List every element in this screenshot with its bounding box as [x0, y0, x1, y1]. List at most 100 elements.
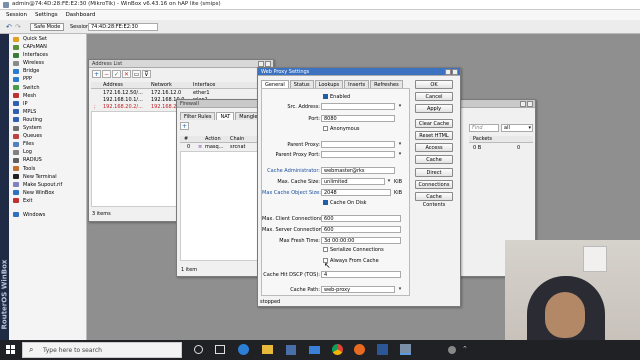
- cache-hit-input[interactable]: [321, 271, 401, 278]
- enable-icon[interactable]: ✓: [112, 70, 121, 78]
- chrome-icon[interactable]: [332, 344, 343, 355]
- cache-path-input[interactable]: [321, 286, 395, 293]
- direct-button[interactable]: Direct: [415, 168, 453, 177]
- tray-overflow-icon[interactable]: ⌃: [462, 345, 468, 353]
- mail-icon[interactable]: [309, 346, 320, 354]
- file-explorer-icon[interactable]: [262, 345, 273, 354]
- sidebar-item-tools[interactable]: Tools: [9, 165, 86, 173]
- cache-button[interactable]: Cache: [415, 155, 453, 164]
- windows-start-icon[interactable]: [6, 345, 15, 354]
- max-cache-size-input[interactable]: [321, 178, 385, 185]
- max-fresh-input[interactable]: [321, 237, 401, 244]
- src-address-input[interactable]: [321, 103, 395, 110]
- cancel-button[interactable]: Cancel: [415, 92, 453, 101]
- col-number[interactable]: #: [184, 136, 188, 142]
- close-button[interactable]: [527, 101, 533, 107]
- remove-icon[interactable]: −: [102, 70, 111, 78]
- firewall-filter-select[interactable]: all ▾: [501, 124, 533, 132]
- close-button[interactable]: [452, 69, 458, 75]
- sidebar-item-capsman[interactable]: CAPsMAN: [9, 43, 86, 51]
- sidebar-item-switch[interactable]: Switch: [9, 84, 86, 92]
- tab-inserts[interactable]: Inserts: [344, 80, 370, 88]
- col-interface[interactable]: Interface: [193, 82, 215, 88]
- sidebar-item-mpls[interactable]: MPLS: [9, 108, 86, 116]
- minimize-button[interactable]: [445, 69, 451, 75]
- max-cache-obj-input[interactable]: [321, 189, 391, 196]
- sidebar-item-exit[interactable]: Exit: [9, 197, 86, 205]
- taskbar-search[interactable]: ⌕ Type here to search: [22, 342, 182, 358]
- sidebar-item-queues[interactable]: Queues: [9, 132, 86, 140]
- firefox-icon[interactable]: [354, 344, 365, 355]
- sidebar-item-mesh[interactable]: Mesh: [9, 92, 86, 100]
- tab-status[interactable]: Status: [289, 80, 314, 88]
- cache-on-disk-checkbox[interactable]: [323, 200, 328, 205]
- sidebar-item-routing[interactable]: Routing: [9, 116, 86, 124]
- max-server-conn-input[interactable]: [321, 226, 401, 233]
- col-action[interactable]: Action: [205, 136, 221, 142]
- ok-button[interactable]: OK: [415, 80, 453, 89]
- tab-filter-rules[interactable]: Filter Rules: [180, 112, 216, 120]
- sidebar-item-ppp[interactable]: PPP: [9, 75, 86, 83]
- sidebar-item-new-winbox[interactable]: New WinBox: [9, 189, 86, 197]
- sidebar-item-wireless[interactable]: Wireless: [9, 59, 86, 67]
- chevron-down-icon[interactable]: ▾: [386, 178, 392, 185]
- clear-cache-button[interactable]: Clear Cache: [415, 119, 453, 128]
- sidebar-item-new-terminal[interactable]: New Terminal: [9, 173, 86, 181]
- redo-icon[interactable]: ↷: [15, 23, 21, 31]
- task-view-icon[interactable]: [194, 345, 203, 354]
- tab-nat[interactable]: NAT: [216, 112, 235, 120]
- add-icon[interactable]: +: [92, 70, 101, 78]
- col-packets[interactable]: Packets: [473, 136, 492, 142]
- sidebar-item-interfaces[interactable]: Interfaces: [9, 51, 86, 59]
- word-icon[interactable]: [377, 344, 388, 355]
- sidebar-item-ip[interactable]: IP: [9, 100, 86, 108]
- sidebar-item-quick-set[interactable]: Quick Set: [9, 35, 86, 43]
- port-input[interactable]: [321, 115, 395, 122]
- tab-lookups[interactable]: Lookups: [314, 80, 344, 88]
- menu-session[interactable]: Session: [6, 12, 27, 18]
- chevron-down-icon[interactable]: ▾: [397, 141, 403, 148]
- parent-proxy-input[interactable]: [321, 141, 395, 148]
- chevron-down-icon[interactable]: ▾: [397, 103, 403, 110]
- col-chain[interactable]: Chain: [230, 136, 244, 142]
- tab-general[interactable]: General: [261, 80, 289, 88]
- sidebar-item-log[interactable]: Log: [9, 148, 86, 156]
- access-button[interactable]: Access: [415, 143, 453, 152]
- task-view-windows-icon[interactable]: [215, 345, 225, 354]
- sidebar-item-files[interactable]: Files: [9, 140, 86, 148]
- add-icon[interactable]: +: [180, 122, 189, 130]
- disable-icon[interactable]: ✕: [122, 70, 131, 78]
- chevron-down-icon[interactable]: ▾: [397, 151, 403, 158]
- sidebar-item-bridge[interactable]: Bridge: [9, 67, 86, 75]
- enabled-checkbox[interactable]: [323, 94, 328, 99]
- winbox-icon[interactable]: [400, 344, 411, 355]
- user-tray-icon[interactable]: [448, 346, 456, 354]
- cache-contents-button[interactable]: Cache Contents: [415, 192, 453, 208]
- menu-settings[interactable]: Settings: [35, 12, 58, 18]
- sidebar-item-radius[interactable]: RADIUS: [9, 156, 86, 164]
- store-icon[interactable]: [286, 345, 296, 355]
- col-network[interactable]: Network: [151, 82, 172, 88]
- menu-dashboard[interactable]: Dashboard: [66, 12, 96, 18]
- cache-admin-input[interactable]: [321, 167, 395, 174]
- comment-icon[interactable]: ▭: [132, 70, 141, 78]
- chevron-down-icon[interactable]: ▾: [397, 286, 403, 293]
- edge-icon[interactable]: [238, 344, 249, 355]
- max-client-conn-input[interactable]: [321, 215, 401, 222]
- table-row[interactable]: 0 ≡ masq... srcnat: [180, 144, 260, 150]
- filter-icon[interactable]: ⊽: [142, 70, 151, 78]
- sidebar-item-windows[interactable]: Windows: [9, 211, 86, 219]
- parent-proxy-port-input[interactable]: [321, 151, 395, 158]
- reset-html-button[interactable]: Reset HTML: [415, 131, 453, 140]
- table-row[interactable]: 172.16.12.50/... 172.16.12.0 ether1: [91, 90, 271, 96]
- apply-button[interactable]: Apply: [415, 104, 453, 113]
- sidebar-item-make-supout-rif[interactable]: Make Supout.rif: [9, 181, 86, 189]
- firewall-find-input[interactable]: Find: [469, 124, 499, 132]
- minimize-button[interactable]: [520, 101, 526, 107]
- connections-button[interactable]: Connections: [415, 180, 453, 189]
- undo-icon[interactable]: ↶: [6, 23, 12, 31]
- col-address[interactable]: Address: [103, 82, 123, 88]
- sidebar-item-system[interactable]: System: [9, 124, 86, 132]
- anonymous-checkbox[interactable]: [323, 126, 328, 131]
- tab-refreshes[interactable]: Refreshes: [370, 80, 403, 88]
